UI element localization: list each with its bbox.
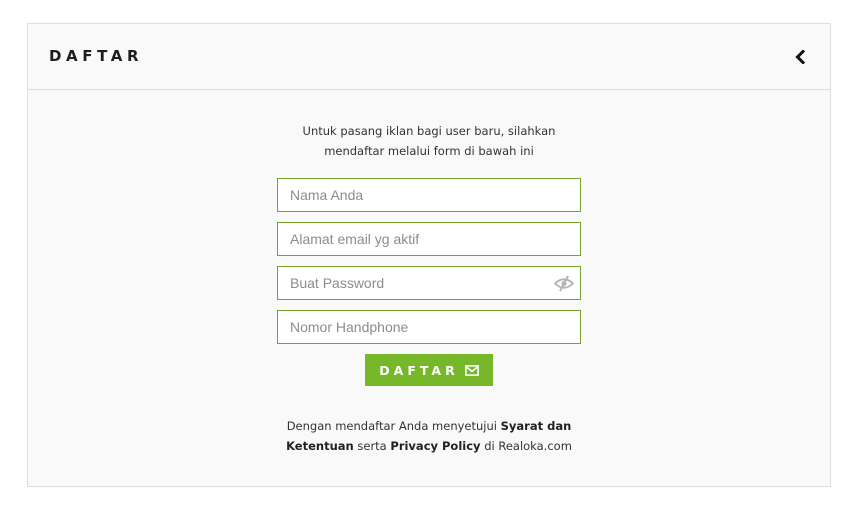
register-button[interactable]: DAFTAR <box>365 354 493 386</box>
terms-link-continued[interactable]: Ketentuan <box>286 439 354 453</box>
email-input[interactable] <box>278 223 580 255</box>
name-field <box>277 178 581 212</box>
eye-slash-icon[interactable] <box>554 275 574 292</box>
terms-link[interactable]: Syarat dan <box>501 419 572 433</box>
intro-line-1: Untuk pasang iklan bagi user baru, silah… <box>302 124 556 138</box>
intro-line-2: mendaftar melalui form di bawah ini <box>324 143 534 158</box>
terms-line-1: Dengan mendaftar Anda menyetujui Syarat … <box>28 416 830 436</box>
terms-text: Dengan mendaftar Anda menyetujui Syarat … <box>28 416 830 456</box>
password-field <box>277 266 581 300</box>
intro-text: Untuk pasang iklan bagi user baru, silah… <box>28 122 830 161</box>
name-input[interactable] <box>278 179 580 211</box>
register-panel: DAFTAR Untuk pasang iklan bagi user baru… <box>27 23 831 487</box>
envelope-icon <box>464 364 479 376</box>
phone-input[interactable] <box>278 311 580 343</box>
panel-header: DAFTAR <box>28 24 830 90</box>
phone-field <box>277 310 581 344</box>
terms-prefix: Dengan mendaftar Anda menyetujui <box>286 419 497 433</box>
password-input[interactable] <box>278 267 580 299</box>
terms-suffix: di Realoka.com <box>484 439 572 453</box>
terms-middle: serta <box>357 439 387 453</box>
email-field <box>277 222 581 256</box>
panel-title: DAFTAR <box>49 47 144 65</box>
chevron-left-icon <box>795 50 806 64</box>
register-button-label: DAFTAR <box>379 362 459 378</box>
terms-line-2: Ketentuan serta Privacy Policy di Realok… <box>28 436 830 456</box>
back-button[interactable] <box>788 45 812 69</box>
privacy-policy-link[interactable]: Privacy Policy <box>390 439 480 453</box>
